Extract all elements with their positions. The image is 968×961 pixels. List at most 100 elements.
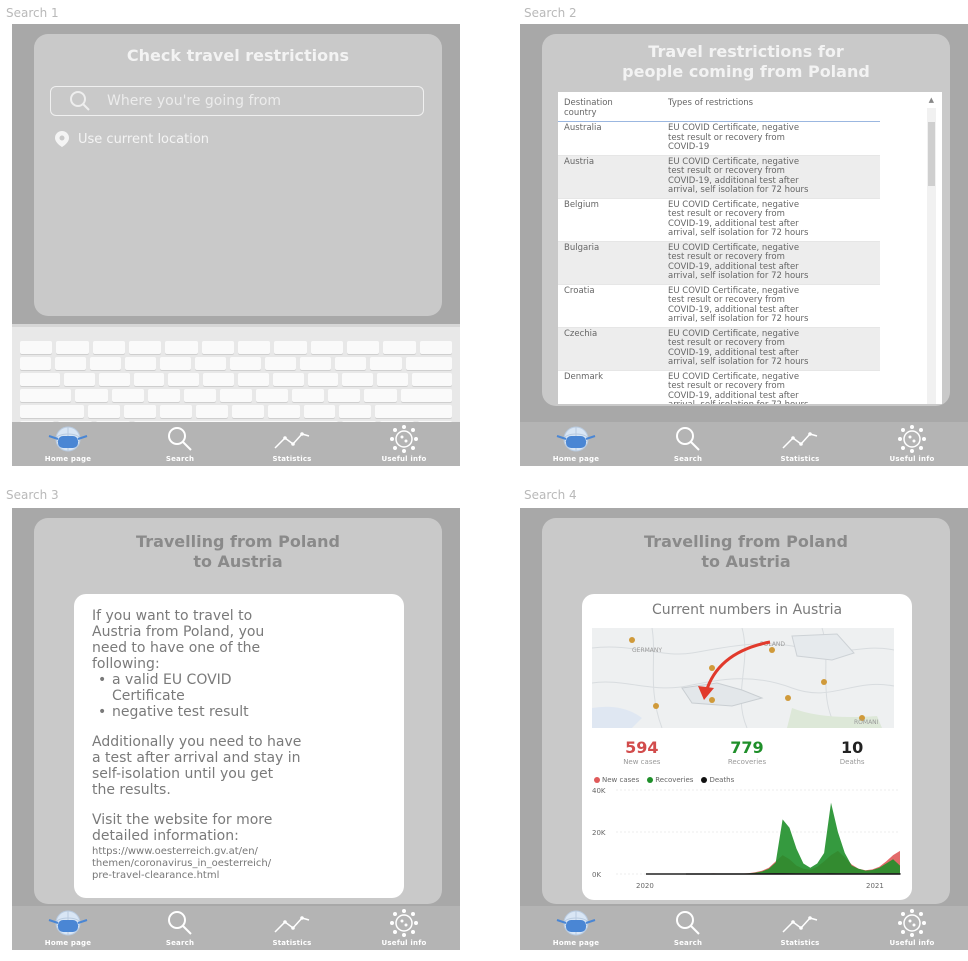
nav-useful-info[interactable]: Useful info [856, 906, 968, 950]
table-row[interactable]: Bulgaria EU COVID Certificate, negative te… [558, 241, 880, 285]
link-line: themen/coronavirus_in_oesterreich/ [92, 858, 272, 869]
table-row[interactable]: Czechia EU COVID Certificate, negative tes… [558, 327, 880, 371]
restrictions-cell: EU COVID Certificate, negative test resul… [662, 198, 880, 242]
virus-icon [390, 425, 418, 453]
stats-card-container: Travelling from Poland to Austria Curren… [542, 518, 950, 904]
nav-home-label: Home page [44, 455, 92, 463]
search-icon [676, 427, 700, 451]
nav-home[interactable]: Home page [12, 422, 124, 466]
intro-line: If you want to travel to [92, 608, 253, 624]
frame-label-search-4: Search 4 [524, 488, 577, 502]
nav-useful-info[interactable]: Useful info [348, 906, 460, 950]
table-row[interactable]: Croatia EU COVID Certificate, negative tes… [558, 284, 880, 328]
restrictions-table[interactable]: Destination country Types of restrictions… [558, 92, 942, 404]
line-chart-icon [782, 916, 818, 933]
restriction-line: arrival, self isolation for 72 hours [668, 228, 809, 238]
nav-search[interactable]: Search [124, 422, 236, 466]
destination-cell: Austria [558, 155, 662, 199]
nav-home[interactable]: Home page [520, 906, 632, 950]
map-graphic: POLAND GERMANY ROMANI [592, 628, 894, 728]
nav-statistics[interactable]: Statistics [744, 906, 856, 950]
nav-search-label: Search [165, 939, 195, 947]
title-line-2: people coming from Poland [622, 62, 870, 81]
x-tick-label: 2021 [866, 882, 884, 890]
series-area-recoveries [686, 802, 900, 874]
visit-text: Visit the website for more detailed infor… [92, 812, 386, 844]
nav-statistics[interactable]: Statistics [236, 906, 348, 950]
virus-icon [898, 425, 926, 453]
page-title: Travel restrictions for people coming fr… [542, 42, 950, 82]
restrictions-cell: EU COVID Certificate, negative test resul… [662, 370, 880, 404]
nav-home[interactable]: Home page [12, 906, 124, 950]
chart-legend: New cases Recoveries Deaths [594, 776, 734, 784]
legend-new-cases: New cases [594, 776, 639, 784]
legend-recoveries-label: Recoveries [655, 776, 694, 784]
nav-home-label: Home page [552, 455, 600, 463]
restrictions-card: Travel restrictions for people coming fr… [542, 34, 950, 406]
nav-search[interactable]: Search [632, 906, 744, 950]
intro-line: following: [92, 656, 160, 672]
scroll-up-arrow-icon[interactable]: ▲ [929, 96, 934, 104]
deaths-stat: 10 Deaths [800, 738, 904, 766]
line-chart-icon [274, 432, 310, 449]
table-row[interactable]: Denmark EU COVID Certificate, negative tes… [558, 370, 880, 404]
x-tick-label: 2020 [636, 882, 654, 890]
nav-statistics[interactable]: Statistics [236, 422, 348, 466]
table-row[interactable]: Belgium EU COVID Certificate, negative tes… [558, 198, 880, 242]
recoveries-stat: 779 Recoveries [695, 738, 799, 766]
scrollbar[interactable] [927, 108, 936, 404]
col1-line1: Destination [564, 98, 613, 108]
additional-line: self-isolation until you get [92, 766, 274, 782]
globe-mask-icon [556, 426, 596, 452]
nav-home[interactable]: Home page [520, 422, 632, 466]
destination-cell: Czechia [558, 327, 662, 371]
title-line-1: Travelling from Poland [644, 532, 848, 551]
nav-search[interactable]: Search [632, 422, 744, 466]
website-link[interactable]: https://www.oesterreich.gv.at/en/themen/… [92, 846, 386, 882]
map-marker [629, 637, 635, 643]
nav-statistics-label: Statistics [780, 455, 820, 463]
destination-cell: Denmark [558, 370, 662, 404]
intro-line: need to have one of the [92, 640, 261, 656]
restrictions-cell: EU COVID Certificate, negative test resul… [662, 155, 880, 199]
column-header-destination[interactable]: Destination country [558, 92, 662, 122]
restriction-line: arrival, self isolation for 72 hours [668, 314, 809, 324]
virus-icon [898, 909, 926, 937]
globe-mask-icon [556, 910, 596, 936]
scrollbar-thumb[interactable] [928, 122, 935, 186]
requirement-item: a valid EU COVIDCertificate [98, 672, 386, 704]
legend-recoveries: Recoveries [647, 776, 693, 784]
nav-search[interactable]: Search [124, 906, 236, 950]
title-line-1: Travelling from Poland [136, 532, 340, 551]
visit-line: Visit the website for more [92, 812, 273, 828]
bottom-nav: Home page Search Statistics Useful info [520, 422, 968, 466]
column-header-restrictions[interactable]: Types of restrictions [662, 92, 880, 122]
table-row[interactable]: Austria EU COVID Certificate, negative tes… [558, 155, 880, 199]
nav-useful-info[interactable]: Useful info [856, 422, 968, 466]
nav-search-label: Search [165, 455, 195, 463]
screen-search-2: Travel restrictions for people coming fr… [520, 24, 968, 466]
screen-search-1: Check travel restrictions Where you're g… [12, 24, 460, 466]
globe-mask-icon [48, 426, 88, 452]
use-current-location-button[interactable]: Use current location [54, 130, 209, 148]
nav-useful-info[interactable]: Useful info [348, 422, 460, 466]
destination-cell: Belgium [558, 198, 662, 242]
table-row[interactable]: Australia EU COVID Certificate, negative t… [558, 121, 880, 156]
nav-statistics-label: Statistics [780, 939, 820, 947]
current-numbers-card: Current numbers in Austria POLAND GERMAN… [582, 594, 912, 900]
screen-search-4: Travelling from Poland to Austria Curren… [520, 508, 968, 950]
nav-home-label: Home page [44, 939, 92, 947]
virus-icon [390, 909, 418, 937]
map-label-romania: ROMANI [854, 719, 879, 726]
frame-label-search-2: Search 2 [524, 6, 577, 20]
destination-cell: Croatia [558, 284, 662, 328]
legend-new-cases-label: New cases [602, 776, 640, 784]
nav-statistics[interactable]: Statistics [744, 422, 856, 466]
cases-chart[interactable]: 40K 20K 0K 2020 2021 [590, 784, 906, 898]
search-input[interactable]: Where you're going from [50, 86, 424, 116]
recoveries-value: 779 [730, 738, 764, 757]
new-cases-label: New cases [623, 758, 661, 766]
page-title: Check travel restrictions [126, 46, 350, 65]
map-of-austria[interactable]: POLAND GERMANY ROMANI [592, 628, 894, 728]
restriction-line: arrival, self isolation for 72 hours [668, 400, 874, 404]
